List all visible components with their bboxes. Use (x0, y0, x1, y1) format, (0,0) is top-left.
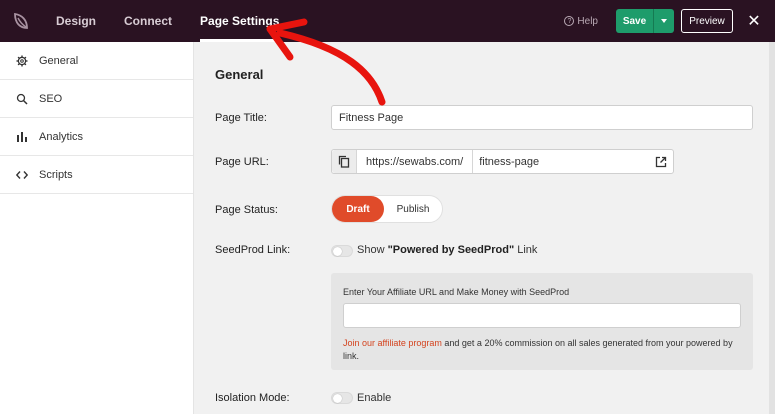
settings-panel: General Page Title: Fitness Page Page UR… (194, 42, 775, 414)
seedprod-link-word: Link (517, 244, 538, 256)
help-link[interactable]: ? Help (564, 16, 598, 27)
section-title: General (215, 67, 264, 82)
url-base: https://sewabs.com/ (357, 150, 474, 173)
page-title-input[interactable]: Fitness Page (331, 105, 753, 130)
isolation-enable-text: Enable (357, 392, 392, 404)
tab-connect[interactable]: Connect (110, 0, 186, 42)
gear-icon (16, 55, 28, 67)
affiliate-program-link[interactable]: Join our affiliate program (343, 338, 442, 348)
page-title-label: Page Title: (215, 112, 267, 124)
seedprod-show-word: Show (357, 244, 385, 256)
sidebar-item-scripts[interactable]: Scripts (0, 156, 193, 194)
status-publish-option[interactable]: Publish (384, 204, 442, 215)
affiliate-panel: Enter Your Affiliate URL and Make Money … (331, 273, 753, 370)
help-label: Help (577, 15, 598, 27)
settings-sidebar: General SEO Analytics Scripts (0, 42, 194, 414)
save-button-group: Save (616, 9, 674, 33)
isolation-mode-switch[interactable] (331, 392, 353, 404)
switch-knob (333, 394, 342, 403)
top-bar: Design Connect Page Settings ? Help Save… (0, 0, 775, 42)
seedprod-link-label: SeedProd Link: (215, 244, 291, 256)
sidebar-item-seo[interactable]: SEO (0, 80, 193, 118)
switch-knob (333, 247, 342, 256)
copy-icon[interactable] (332, 150, 357, 173)
sidebar-item-label: General (39, 54, 79, 67)
sidebar-item-label: SEO (39, 92, 63, 105)
affiliate-url-input[interactable] (343, 303, 741, 328)
page-url-field: https://sewabs.com/ fitness-page (331, 149, 674, 174)
save-dropdown-toggle[interactable] (653, 9, 674, 33)
page-status-toggle: Draft Publish (331, 195, 443, 223)
page-url-label: Page URL: (215, 156, 269, 168)
seedprod-link-text: Show "Powered by SeedProd" Link (357, 244, 537, 256)
affiliate-note: Join our affiliate program and get a 20%… (343, 337, 741, 363)
status-draft-option[interactable]: Draft (332, 196, 384, 222)
url-slug-input[interactable]: fitness-page (473, 156, 649, 168)
tab-design[interactable]: Design (42, 0, 110, 42)
tab-page-settings[interactable]: Page Settings (186, 0, 293, 42)
help-icon: ? (564, 16, 575, 26)
page-status-label: Page Status: (215, 204, 278, 216)
scrollbar[interactable] (769, 42, 775, 414)
seedprod-logo-icon[interactable] (0, 0, 42, 42)
seedprod-link-switch[interactable] (331, 245, 353, 257)
preview-button[interactable]: Preview (681, 9, 733, 33)
save-button[interactable]: Save (616, 9, 653, 33)
isolation-mode-label: Isolation Mode: (215, 392, 290, 404)
bar-chart-icon (16, 131, 28, 143)
caret-down-icon (661, 19, 667, 23)
sidebar-item-analytics[interactable]: Analytics (0, 118, 193, 156)
sidebar-item-label: Scripts (39, 168, 73, 181)
sidebar-item-general[interactable]: General (0, 42, 193, 80)
external-link-icon[interactable] (649, 156, 673, 168)
affiliate-title: Enter Your Affiliate URL and Make Money … (343, 287, 570, 297)
search-icon (16, 93, 28, 105)
sidebar-item-label: Analytics (39, 130, 84, 143)
close-icon[interactable]: ✕ (743, 10, 765, 32)
code-icon (16, 169, 28, 181)
seedprod-powered-text: "Powered by SeedProd" (387, 244, 515, 256)
